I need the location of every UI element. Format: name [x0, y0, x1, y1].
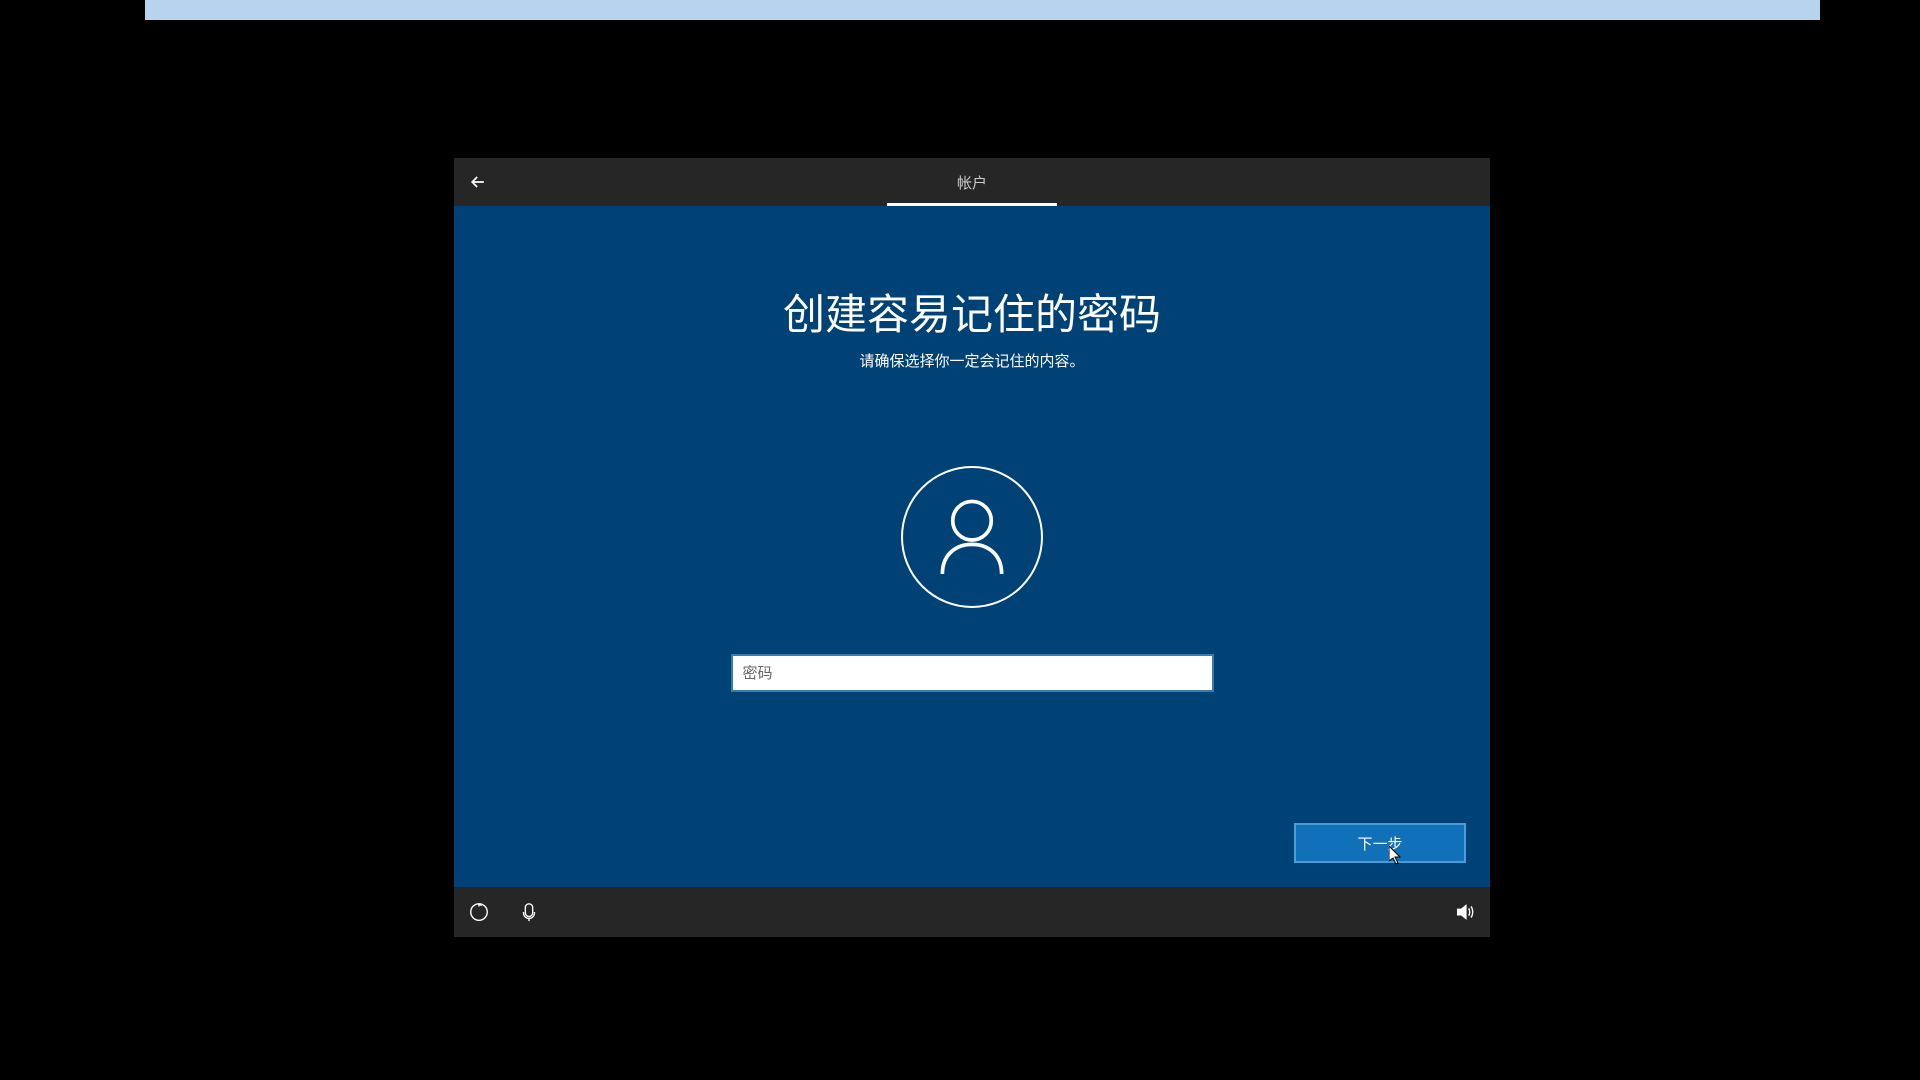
oobe-setup-window: 帐户 创建容易记住的密码 请确保选择你一定会记住的内容。 下一步 [454, 158, 1490, 937]
ime-button[interactable] [518, 901, 540, 923]
next-button[interactable]: 下一步 [1294, 823, 1466, 863]
header-bar: 帐户 [454, 158, 1490, 206]
back-button[interactable] [454, 158, 502, 206]
bottom-right-icons [1454, 901, 1476, 923]
tab-account[interactable]: 帐户 [887, 158, 1057, 206]
tab-container: 帐户 [887, 158, 1057, 206]
user-icon [936, 497, 1008, 577]
ease-of-access-icon [468, 901, 490, 923]
page-title: 创建容易记住的密码 [783, 281, 1161, 342]
bottom-left-icons [468, 901, 540, 923]
password-input[interactable] [731, 654, 1214, 692]
volume-button[interactable] [1454, 901, 1476, 923]
browser-top-bar [145, 0, 1820, 20]
bottom-bar [454, 887, 1490, 937]
ime-icon [518, 901, 540, 923]
page-subtitle: 请确保选择你一定会记住的内容。 [859, 350, 1084, 371]
user-avatar [901, 466, 1043, 608]
ease-of-access-button[interactable] [468, 901, 490, 923]
volume-icon [1454, 901, 1476, 923]
content-area: 创建容易记住的密码 请确保选择你一定会记住的内容。 下一步 [454, 206, 1490, 887]
tab-account-label: 帐户 [957, 172, 987, 193]
next-button-label: 下一步 [1357, 833, 1402, 854]
back-arrow-icon [468, 172, 488, 192]
